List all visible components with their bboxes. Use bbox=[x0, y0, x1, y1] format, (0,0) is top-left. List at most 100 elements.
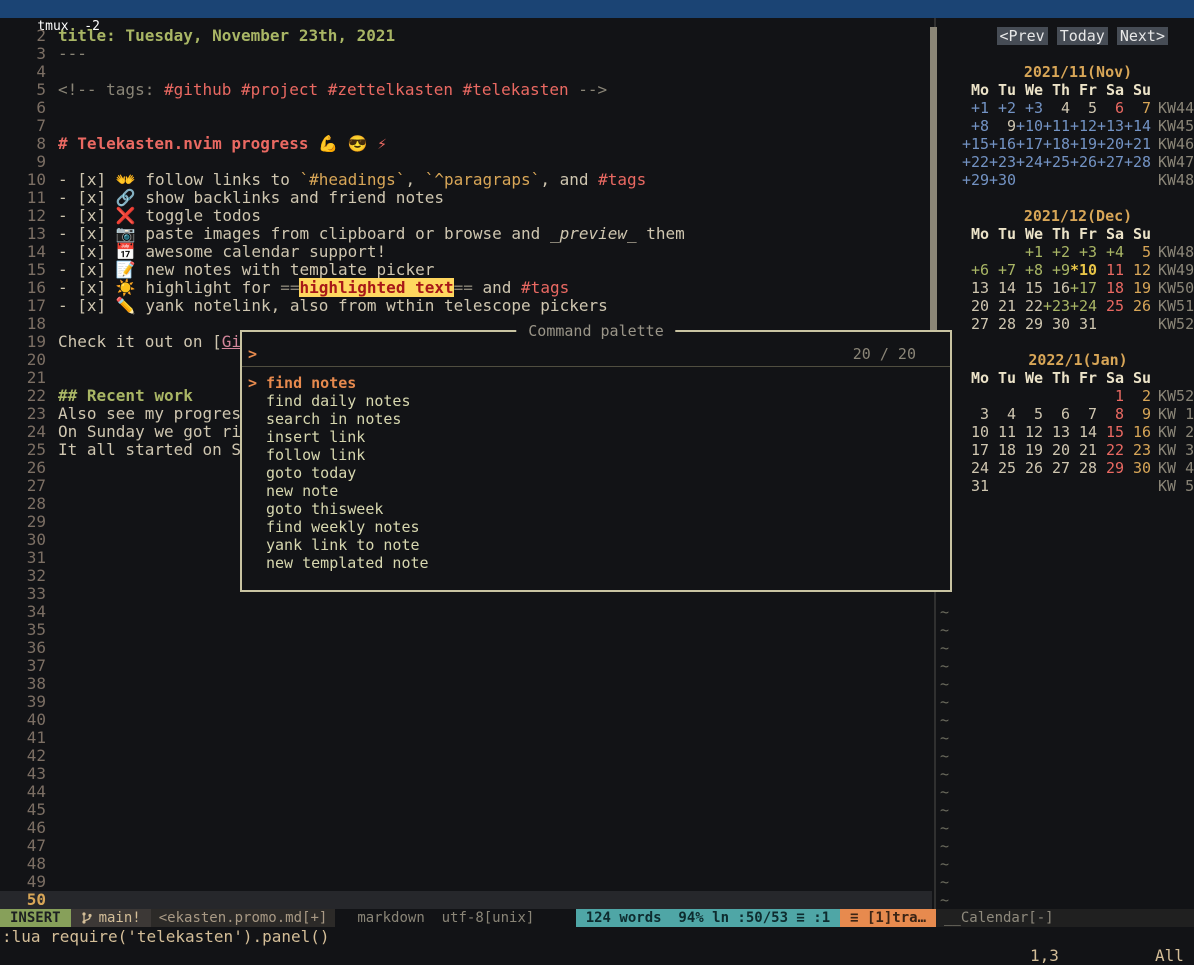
calendar-day[interactable]: +22 bbox=[962, 153, 989, 171]
palette-item[interactable]: new note bbox=[242, 482, 950, 500]
editor-line[interactable]: 47 bbox=[0, 837, 932, 855]
calendar-day[interactable]: 7 bbox=[1124, 99, 1151, 117]
calendar-day[interactable]: 28 bbox=[1070, 459, 1097, 477]
calendar-day[interactable]: 16 bbox=[1043, 279, 1070, 297]
calendar-day[interactable]: 22 bbox=[1016, 297, 1043, 315]
calendar-day[interactable]: 30 bbox=[1043, 315, 1070, 333]
palette-item[interactable]: find daily notes bbox=[242, 392, 950, 410]
editor-line[interactable]: 48 bbox=[0, 855, 932, 873]
calendar-day[interactable]: 25 bbox=[989, 459, 1016, 477]
editor-line[interactable]: 16- [x] ☀️ highlight for ==highlighted t… bbox=[0, 279, 932, 297]
calendar-day[interactable]: 4 bbox=[1043, 99, 1070, 117]
palette-item[interactable]: goto today bbox=[242, 464, 950, 482]
calendar-day[interactable]: +19 bbox=[1070, 135, 1097, 153]
calendar-day[interactable]: 30 bbox=[1124, 459, 1151, 477]
editor-line[interactable]: 11- [x] 🔗 show backlinks and friend note… bbox=[0, 189, 932, 207]
calendar-day[interactable]: 15 bbox=[1016, 279, 1043, 297]
editor-line[interactable]: 39 bbox=[0, 693, 932, 711]
calendar-today-button[interactable]: Today bbox=[1057, 27, 1108, 45]
calendar-day[interactable]: 18 bbox=[989, 441, 1016, 459]
calendar-day[interactable]: 20 bbox=[1043, 441, 1070, 459]
editor-line[interactable]: 35 bbox=[0, 621, 932, 639]
calendar-day[interactable]: 20 bbox=[962, 297, 989, 315]
calendar-day[interactable]: 12 bbox=[1016, 423, 1043, 441]
calendar-day[interactable]: 24 bbox=[962, 459, 989, 477]
calendar-day[interactable]: +20 bbox=[1097, 135, 1124, 153]
calendar-day[interactable]: +9 bbox=[1043, 261, 1070, 279]
editor-line[interactable]: 38 bbox=[0, 675, 932, 693]
palette-item[interactable]: search in notes bbox=[242, 410, 950, 428]
command-line[interactable]: :lua require('telekasten').panel() bbox=[0, 927, 1194, 946]
calendar-day[interactable]: 4 bbox=[989, 405, 1016, 423]
editor-line[interactable]: 42 bbox=[0, 747, 932, 765]
calendar-day[interactable]: 10 bbox=[962, 423, 989, 441]
editor-line[interactable]: 3--- bbox=[0, 45, 932, 63]
calendar-next-button[interactable]: Next> bbox=[1117, 27, 1168, 45]
palette-item[interactable]: find weekly notes bbox=[242, 518, 950, 536]
calendar-day[interactable]: 26 bbox=[1016, 459, 1043, 477]
calendar-day[interactable]: 19 bbox=[1124, 279, 1151, 297]
calendar-day[interactable]: +13 bbox=[1097, 117, 1124, 135]
calendar-day[interactable]: +28 bbox=[1124, 153, 1151, 171]
calendar-day[interactable]: 1 bbox=[1097, 387, 1124, 405]
calendar-day[interactable]: 12 bbox=[1124, 261, 1151, 279]
calendar-day[interactable]: 11 bbox=[1097, 261, 1124, 279]
calendar-day[interactable]: 5 bbox=[1016, 405, 1043, 423]
calendar-day[interactable]: 14 bbox=[989, 279, 1016, 297]
calendar-day[interactable]: +17 bbox=[1070, 279, 1097, 297]
calendar-day[interactable]: +26 bbox=[1070, 153, 1097, 171]
editor-line[interactable]: 41 bbox=[0, 729, 932, 747]
calendar-day[interactable]: 27 bbox=[1043, 459, 1070, 477]
scrollbar-thumb[interactable] bbox=[930, 27, 937, 330]
calendar-day[interactable]: 23 bbox=[1124, 441, 1151, 459]
calendar-day[interactable]: 8 bbox=[1097, 405, 1124, 423]
calendar-day[interactable]: 6 bbox=[1043, 405, 1070, 423]
calendar-day[interactable]: 6 bbox=[1097, 99, 1124, 117]
calendar-day[interactable]: +24 bbox=[1070, 297, 1097, 315]
calendar-day[interactable]: +23 bbox=[989, 153, 1016, 171]
calendar-day[interactable]: 9 bbox=[989, 117, 1016, 135]
calendar-day[interactable]: 25 bbox=[1097, 297, 1124, 315]
editor-line[interactable]: 8# Telekasten.nvim progress 💪 😎 ⚡ bbox=[0, 135, 932, 153]
calendar-day[interactable]: 29 bbox=[1016, 315, 1043, 333]
calendar-day[interactable]: +2 bbox=[989, 99, 1016, 117]
editor-line[interactable]: 43 bbox=[0, 765, 932, 783]
calendar-window[interactable]: <Prev Today Next> 2021/11(Nov)MoTuWeThFr… bbox=[938, 18, 1194, 909]
editor-line[interactable]: 45 bbox=[0, 801, 932, 819]
calendar-day[interactable]: 31 bbox=[1070, 315, 1097, 333]
editor-line[interactable]: 40 bbox=[0, 711, 932, 729]
calendar-day[interactable]: 16 bbox=[1124, 423, 1151, 441]
calendar-day[interactable]: +11 bbox=[1043, 117, 1070, 135]
editor-line[interactable]: 17- [x] ✏️ yank notelink, also from wthi… bbox=[0, 297, 932, 315]
calendar-day[interactable]: 13 bbox=[1043, 423, 1070, 441]
palette-item[interactable]: goto thisweek bbox=[242, 500, 950, 518]
calendar-day[interactable]: +24 bbox=[1016, 153, 1043, 171]
calendar-day[interactable]: +2 bbox=[1043, 243, 1070, 261]
calendar-day[interactable]: 19 bbox=[1016, 441, 1043, 459]
calendar-day[interactable]: +4 bbox=[1097, 243, 1124, 261]
calendar-day[interactable]: 18 bbox=[1097, 279, 1124, 297]
palette-item[interactable]: insert link bbox=[242, 428, 950, 446]
calendar-day[interactable]: +8 bbox=[1016, 261, 1043, 279]
palette-item[interactable]: >find notes bbox=[242, 374, 950, 392]
calendar-day[interactable]: +12 bbox=[1070, 117, 1097, 135]
calendar-day[interactable]: +30 bbox=[989, 171, 1016, 189]
palette-prompt-input[interactable]: > 20 / 20 bbox=[242, 344, 950, 364]
calendar-day[interactable]: +1 bbox=[1016, 243, 1043, 261]
calendar-day[interactable]: 5 bbox=[1070, 99, 1097, 117]
calendar-day[interactable]: 9 bbox=[1124, 405, 1151, 423]
editor-line[interactable]: 44 bbox=[0, 783, 932, 801]
editor-line[interactable]: 10- [x] 👐 follow links to `#headings`, `… bbox=[0, 171, 932, 189]
editor-line[interactable]: 37 bbox=[0, 657, 932, 675]
editor-line[interactable]: 36 bbox=[0, 639, 932, 657]
calendar-day[interactable]: 13 bbox=[962, 279, 989, 297]
editor-line[interactable]: 9 bbox=[0, 153, 932, 171]
calendar-prev-button[interactable]: <Prev bbox=[997, 27, 1048, 45]
editor-line[interactable]: 34 bbox=[0, 603, 932, 621]
calendar-day[interactable]: 21 bbox=[1070, 441, 1097, 459]
calendar-day[interactable]: +8 bbox=[962, 117, 989, 135]
calendar-day[interactable]: 22 bbox=[1097, 441, 1124, 459]
calendar-day[interactable]: 21 bbox=[989, 297, 1016, 315]
palette-item[interactable]: yank link to note bbox=[242, 536, 950, 554]
calendar-day[interactable]: 29 bbox=[1097, 459, 1124, 477]
